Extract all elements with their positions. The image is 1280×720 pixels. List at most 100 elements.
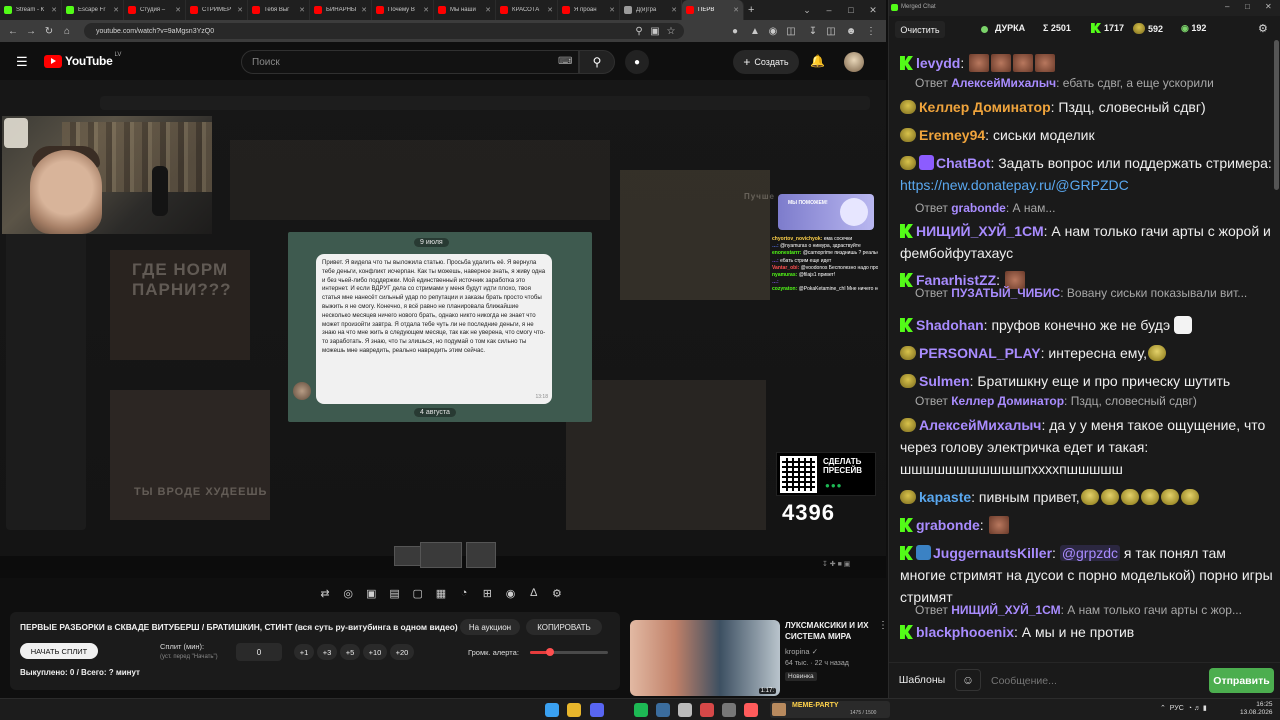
chat-message[interactable]: Eremey94: сиськи моделик	[900, 124, 1274, 146]
tab-close-icon[interactable]: ✕	[237, 6, 243, 14]
browser-tab[interactable]: Тебя Выг ✕	[248, 0, 310, 20]
camera-icon[interactable]: ◉	[502, 584, 520, 602]
chat-username[interactable]: PERSONAL_PLAY	[919, 345, 1041, 361]
extensions-puzzle-icon[interactable]: ◫	[782, 22, 800, 40]
keyboard-icon[interactable]: ⌨	[558, 56, 572, 67]
increment-button[interactable]: +5	[340, 644, 360, 660]
sidebar-icon[interactable]: ◫	[822, 22, 840, 40]
auction-button[interactable]: На аукцион	[460, 619, 520, 635]
settings-icon[interactable]: ⚙	[548, 584, 566, 602]
templates-button[interactable]: Шаблоны	[893, 669, 951, 691]
tab-close-icon[interactable]: ✕	[671, 6, 677, 14]
tab-close-icon[interactable]: ✕	[51, 6, 57, 14]
clear-chat-button[interactable]: Очистить	[895, 21, 945, 38]
tab-close-icon[interactable]: ✕	[485, 6, 491, 14]
steam-icon[interactable]	[656, 703, 670, 717]
crop-icon[interactable]: ▢	[409, 584, 427, 602]
search-input[interactable]: Поиск ⌨	[241, 50, 579, 74]
app-icon[interactable]	[722, 703, 736, 717]
chat-username[interactable]: Shadohan	[916, 317, 984, 333]
chat-username[interactable]: НИЩИЙ_ХУЙ_1СМ	[916, 223, 1044, 239]
chat-message[interactable]: ChatBot: Задать вопрос или поддержать ст…	[900, 152, 1274, 196]
new-tab-button[interactable]: +	[744, 0, 764, 20]
alert-volume-slider[interactable]	[530, 648, 608, 656]
browser-tab[interactable]: Д(и)гра ✕	[620, 0, 682, 20]
send-button[interactable]: Отправить	[1209, 668, 1274, 693]
home-icon[interactable]: ⌂	[58, 22, 76, 40]
chat-username[interactable]: Келлер Доминатор	[919, 99, 1051, 115]
volume-icon[interactable]: ♬	[1194, 705, 1201, 712]
recommended-video-thumbnail[interactable]: 1:17:	[630, 620, 780, 696]
emoji-button[interactable]: ☺	[955, 669, 981, 691]
hamburger-menu-icon[interactable]: ☰	[16, 54, 28, 70]
browser-tab[interactable]: СТРИМЕР ✕	[186, 0, 248, 20]
tab-close-icon[interactable]: ✕	[299, 6, 305, 14]
voice-search-button[interactable]: ●	[625, 50, 649, 74]
more-options-icon[interactable]: ⋮	[878, 620, 886, 631]
menu-dots-icon[interactable]: ⋮	[862, 22, 880, 40]
chat-username[interactable]: blackphooenix	[916, 624, 1014, 640]
chat-username[interactable]: kapaste	[919, 489, 971, 505]
forward-icon[interactable]: →	[22, 22, 40, 40]
tab-search-button[interactable]: ⌄	[796, 0, 818, 20]
clapper-icon[interactable]: ▤	[386, 584, 404, 602]
reply-preview[interactable]: Ответ АлексейМихалыч: ебать сдвг, а еще …	[915, 76, 1270, 90]
maximize-button[interactable]: □	[1245, 2, 1250, 11]
browser-tab[interactable]: Студия – ✕	[124, 0, 186, 20]
close-window-button[interactable]: ✕	[862, 0, 884, 20]
screen-icon[interactable]: ▣	[362, 584, 380, 602]
language-indicator[interactable]: РУС	[1170, 705, 1184, 712]
tab-close-icon[interactable]: ✕	[547, 6, 553, 14]
spotify-icon[interactable]	[634, 703, 648, 717]
chat-username[interactable]: JuggernautsKiller	[933, 545, 1052, 561]
tab-close-icon[interactable]: ✕	[113, 6, 119, 14]
add-screen-icon[interactable]: ⊞	[478, 584, 496, 602]
browser-tab[interactable]: Escape Fr ✕	[62, 0, 124, 20]
tab-close-icon[interactable]: ✕	[423, 6, 429, 14]
repeat-icon[interactable]: ⇄	[316, 584, 334, 602]
clock[interactable]: 16:25 13.08.2026	[1240, 701, 1273, 717]
browser-tab[interactable]: Мы наши ✕	[434, 0, 496, 20]
chrome-icon[interactable]	[567, 703, 581, 717]
chat-username[interactable]: ChatBot	[936, 155, 990, 171]
chat-username[interactable]: Sulmen	[919, 373, 970, 389]
meme-party-widget[interactable]: MEME-PARTY 1475 / 1500	[770, 701, 890, 718]
tab-close-icon[interactable]: ✕	[609, 6, 615, 14]
tab-close-icon[interactable]: ✕	[175, 6, 181, 14]
start-split-button[interactable]: НАЧАТЬ СПЛИТ	[20, 643, 98, 659]
url-field[interactable]: youtube.com/watch?v=9aMgsn3YzQ0	[84, 23, 684, 39]
chat-username[interactable]: grabonde	[916, 517, 980, 533]
video-player[interactable]: ГДЕ НОРМ ПАРНИ??? ТЫ ВРОДЕ ХУДЕЕШЬ Пучше…	[0, 80, 886, 578]
browser-tab[interactable]: ПЕРВ ✕	[682, 0, 744, 20]
chat-scrollbar[interactable]	[1274, 40, 1279, 190]
chat-username[interactable]: Eremey94	[919, 127, 985, 143]
tab-close-icon[interactable]: ✕	[361, 6, 367, 14]
browser-tab[interactable]: БИНАРНЫ ✕	[310, 0, 372, 20]
recommended-channel[interactable]: kropina ✓	[785, 647, 818, 656]
chat-message[interactable]: levydd:	[900, 52, 1274, 74]
chevron-up-icon[interactable]: ⌃	[1160, 705, 1166, 712]
battery-icon[interactable]: ▮	[1203, 705, 1207, 712]
back-icon[interactable]: ←	[4, 22, 22, 40]
notifications-bell-icon[interactable]: 🔔	[810, 54, 825, 68]
tab-close-icon[interactable]: ✕	[733, 6, 739, 14]
youtube-logo[interactable]: YouTube LV	[44, 52, 121, 68]
bookmark-star-icon[interactable]: ☆	[662, 22, 680, 40]
chat-username[interactable]: levydd	[916, 55, 960, 71]
chat-message[interactable]: JuggernautsKiller: @grpzdc я так понял т…	[900, 542, 1274, 608]
download-icon[interactable]: ↧	[804, 22, 822, 40]
film-icon[interactable]: ▦	[432, 584, 450, 602]
recommended-video-title[interactable]: ЛУКСМАКСИКИ И ИХ СИСТЕМА МИРА	[785, 620, 877, 642]
extension-icon[interactable]: ◉	[764, 22, 782, 40]
reply-preview[interactable]: Ответ grabonde: А нам...	[915, 201, 1270, 215]
speed-icon[interactable]: ◔	[455, 584, 473, 602]
minimize-button[interactable]: –	[1225, 2, 1229, 11]
browser-tab[interactable]: Я проан ✕	[558, 0, 620, 20]
increment-button[interactable]: +1	[294, 644, 314, 660]
reply-preview[interactable]: Ответ Келлер Доминатор: Пздц, словесный …	[915, 394, 1270, 408]
increment-button[interactable]: +10	[363, 644, 387, 660]
chat-message[interactable]: blackphooenix: А мы и не против	[900, 621, 1274, 643]
chat-message[interactable]: Shadohan: пруфов конечно же не будэ	[900, 314, 1274, 336]
minimize-button[interactable]: –	[818, 0, 840, 20]
account-avatar[interactable]	[844, 52, 864, 72]
